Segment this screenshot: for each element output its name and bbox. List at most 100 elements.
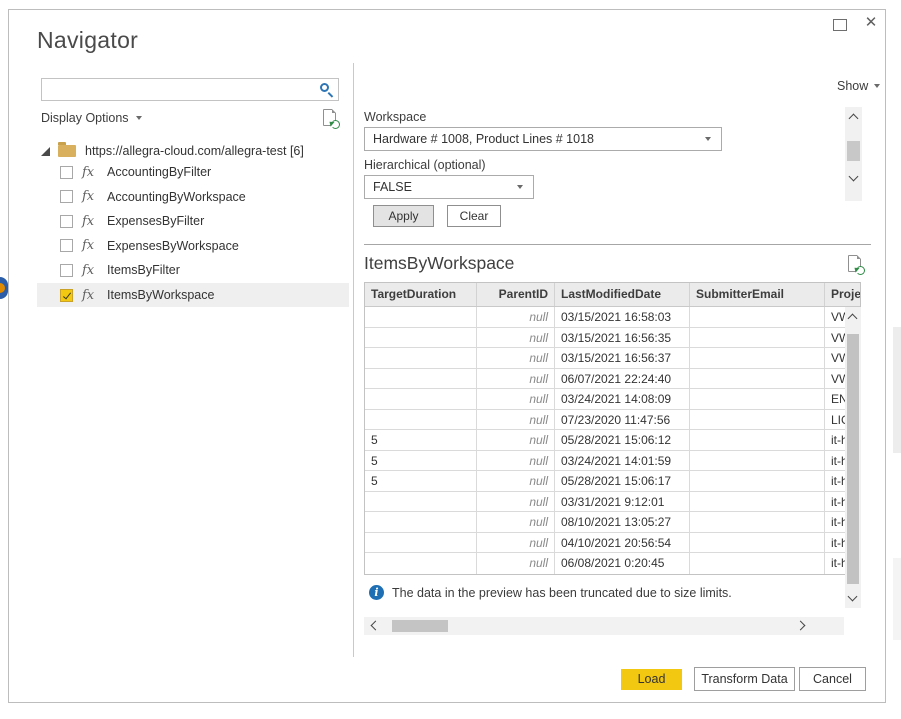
table-cell: null <box>477 410 555 430</box>
close-icon[interactable]: ✕ <box>860 12 882 34</box>
function-icon: fx <box>82 214 97 229</box>
apply-button[interactable]: Apply <box>373 205 434 227</box>
scroll-up-icon[interactable] <box>849 114 859 124</box>
clear-button[interactable]: Clear <box>447 205 501 227</box>
table-cell <box>690 553 825 574</box>
tree-item-label: ItemsByWorkspace <box>107 288 214 302</box>
scroll-down-icon[interactable] <box>848 592 858 602</box>
function-icon: fx <box>82 263 97 278</box>
preview-table: TargetDurationParentIDLastModifiedDateSu… <box>364 282 861 575</box>
scroll-right-icon[interactable] <box>796 621 806 631</box>
table-row: 5null05/28/2021 15:06:12it-hw-1 <box>365 430 860 451</box>
tree-item-label: ExpensesByFilter <box>107 214 204 228</box>
column-header-ProjectSpe: ProjectSpe <box>825 283 860 306</box>
tree-root-source[interactable]: https://allegra-cloud.com/allegra-test [… <box>41 140 304 162</box>
table-cell <box>690 328 825 348</box>
table-cell: null <box>477 369 555 389</box>
checkbox-icon[interactable] <box>60 215 73 228</box>
display-options-menu[interactable]: Display Options <box>41 111 142 125</box>
function-icon: fx <box>82 288 97 303</box>
checkbox-icon[interactable] <box>60 239 73 252</box>
search-icon <box>320 83 329 92</box>
chevron-down-icon <box>705 137 711 141</box>
table-cell: 5 <box>365 451 477 471</box>
maximize-button[interactable] <box>833 19 847 31</box>
table-row: null03/24/2021 14:08:09ENG-1 <box>365 389 860 410</box>
display-options-label: Display Options <box>41 111 129 125</box>
table-body: null03/15/2021 16:58:03VWG-1null03/15/20… <box>365 307 860 574</box>
table-row: null08/10/2021 13:05:27it-hw-5 <box>365 512 860 533</box>
scroll-left-icon[interactable] <box>371 621 381 631</box>
table-horizontal-scrollbar[interactable] <box>364 617 844 635</box>
refresh-preview-icon[interactable] <box>323 109 336 126</box>
tree-item-ExpensesByFilter[interactable]: fx ExpensesByFilter <box>37 209 349 233</box>
transform-data-button[interactable]: Transform Data <box>694 667 795 691</box>
table-cell: 06/07/2021 22:24:40 <box>555 369 690 389</box>
tree-root-label: https://allegra-cloud.com/allegra-test [… <box>85 144 304 158</box>
hierarchical-value: FALSE <box>373 180 412 194</box>
folder-icon <box>58 145 76 157</box>
search-input[interactable] <box>42 79 314 100</box>
table-cell: 03/31/2021 9:12:01 <box>555 492 690 512</box>
chevron-down-icon <box>136 116 142 120</box>
table-cell <box>365 307 477 327</box>
table-cell <box>690 471 825 491</box>
table-row: null03/15/2021 16:56:35VWP-1 <box>365 328 860 349</box>
load-button[interactable]: Load <box>621 669 682 690</box>
truncation-notice: i The data in the preview has been trunc… <box>369 585 732 600</box>
table-cell: null <box>477 533 555 553</box>
show-menu[interactable]: Show <box>837 79 880 93</box>
column-header-TargetDuration: TargetDuration <box>365 283 477 306</box>
workspace-dropdown[interactable]: Hardware # 1008, Product Lines # 1018 <box>364 127 722 151</box>
panel-divider <box>353 63 354 657</box>
checkbox-icon[interactable] <box>60 264 73 277</box>
tree-item-ExpensesByWorkspace[interactable]: fxExpensesByWorkspace <box>37 234 349 258</box>
table-cell <box>690 430 825 450</box>
table-scrollbar[interactable] <box>845 307 861 608</box>
tree-item-AccountingByWorkspace[interactable]: fxAccountingByWorkspace <box>37 185 349 209</box>
table-cell: null <box>477 307 555 327</box>
table-cell: 5 <box>365 471 477 491</box>
scroll-up-icon[interactable] <box>848 314 858 324</box>
workspace-value: Hardware # 1008, Product Lines # 1018 <box>373 132 594 146</box>
cancel-button[interactable]: Cancel <box>799 667 866 691</box>
table-row: null03/15/2021 16:56:37VWGC-1 <box>365 348 860 369</box>
checkbox-icon[interactable] <box>60 190 73 203</box>
table-row: null07/23/2020 11:47:56LIG-1 <box>365 410 860 431</box>
table-cell <box>690 533 825 553</box>
table-cell: 03/15/2021 16:58:03 <box>555 307 690 327</box>
scroll-down-icon[interactable] <box>849 172 859 182</box>
search-box[interactable] <box>41 78 339 101</box>
table-row: 5null03/24/2021 14:01:59it-hw-2 <box>365 451 860 472</box>
checkbox-checked-icon[interactable] <box>60 289 73 302</box>
tree-item-ItemsByFilter[interactable]: fxItemsByFilter <box>37 258 349 282</box>
table-cell: 08/10/2021 13:05:27 <box>555 512 690 532</box>
navigator-dialog: ✕ Navigator Display Options https://alle… <box>8 9 886 703</box>
panel-scrollbar[interactable] <box>845 107 862 201</box>
checkbox-icon[interactable] <box>60 166 73 179</box>
refresh-preview-icon[interactable] <box>848 255 861 272</box>
info-icon: i <box>369 585 384 600</box>
scrollbar-thumb[interactable] <box>392 620 448 632</box>
table-cell <box>365 492 477 512</box>
table-cell: null <box>477 553 555 574</box>
table-cell: 5 <box>365 430 477 450</box>
tree-item-label: ExpensesByWorkspace <box>107 239 239 253</box>
table-row: null03/15/2021 16:58:03VWG-1 <box>365 307 860 328</box>
table-cell <box>690 348 825 368</box>
tree-item-AccountingByFilter[interactable]: fxAccountingByFilter <box>37 160 349 184</box>
hierarchical-label: Hierarchical (optional) <box>364 158 486 172</box>
workspace-label: Workspace <box>364 110 426 124</box>
scrollbar-thumb[interactable] <box>847 141 860 161</box>
table-cell <box>365 533 477 553</box>
background-artifact <box>893 327 901 453</box>
table-cell: 05/28/2021 15:06:17 <box>555 471 690 491</box>
scrollbar-thumb[interactable] <box>847 334 859 584</box>
tree-item-label: AccountingByWorkspace <box>107 190 246 204</box>
tree-expander-icon[interactable] <box>41 147 50 156</box>
hierarchical-dropdown[interactable]: FALSE <box>364 175 534 199</box>
tree-item-label: AccountingByFilter <box>107 165 211 179</box>
table-cell: null <box>477 430 555 450</box>
table-row: null06/08/2021 0:20:45it-hw-7 <box>365 553 860 574</box>
tree-item-ItemsByWorkspace[interactable]: fx ItemsByWorkspace <box>37 283 349 307</box>
